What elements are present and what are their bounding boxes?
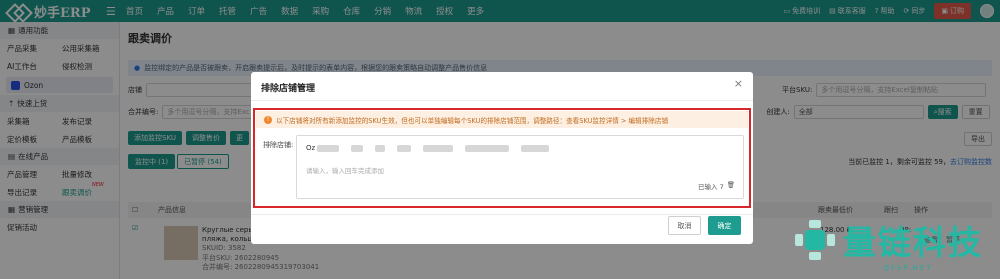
- confirm-button[interactable]: 确定: [708, 216, 741, 235]
- shop-tag[interactable]: [351, 144, 364, 152]
- watermark-subtitle: QFSP.NET: [883, 264, 933, 272]
- shop-tag[interactable]: [375, 144, 386, 152]
- watermark-row: 量链科技: [793, 216, 983, 264]
- exclude-shop-placeholder: 请输入，输入回车完成添加: [306, 167, 384, 175]
- cancel-button[interactable]: 取消: [668, 216, 701, 235]
- exclude-shop-label: 排除店铺:: [263, 141, 294, 149]
- shop-tag-redacted: [317, 144, 340, 152]
- shop-tag[interactable]: [521, 144, 550, 152]
- shop-tag[interactable]: [465, 144, 510, 152]
- shop-tag[interactable]: Oz: [306, 144, 340, 152]
- tag-count: 已输入 7 🗑: [698, 181, 735, 191]
- close-icon[interactable]: ×: [734, 77, 743, 90]
- shop-tag[interactable]: [423, 144, 454, 152]
- exclude-shop-input[interactable]: Oz 请输入，输入回车完成添加 已输入 7 🗑: [296, 135, 744, 199]
- trash-icon[interactable]: 🗑: [727, 181, 735, 191]
- exclude-shop-modal: 排除店铺管理 × ! 以下店铺将对所有新添加监控的SKU生效，但也可以单独编辑每…: [251, 72, 753, 244]
- warning-banner: ! 以下店铺将对所有新添加监控的SKU生效，但也可以单独编辑每个SKU的排除店铺…: [256, 111, 748, 128]
- warning-text: 以下店铺将对所有新添加监控的SKU生效，但也可以单独编辑每个SKU的排除店铺范围…: [276, 116, 669, 125]
- watermark-title: 量链科技: [843, 223, 983, 262]
- watermark: 量链科技 QFSP.NET: [782, 216, 994, 279]
- shop-tag-label: Oz: [306, 144, 316, 152]
- modal-title: 排除店铺管理: [261, 84, 316, 94]
- shop-tag[interactable]: [397, 144, 412, 152]
- divider: [251, 214, 753, 215]
- shop-tags: Oz: [306, 144, 550, 152]
- app-root: 妙手ERP ☰ 首页 产品 订单 托管 广告 数据 采购 仓库 分销 物流 授权…: [0, 0, 1000, 279]
- watermark-logo-icon: [793, 218, 837, 262]
- warning-icon: !: [264, 115, 272, 124]
- divider: [251, 100, 753, 101]
- tag-count-text: 已输入 7: [698, 183, 724, 191]
